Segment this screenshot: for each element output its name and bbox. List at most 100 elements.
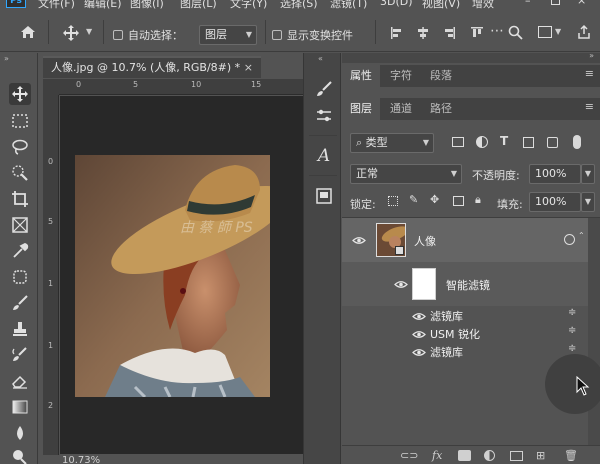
brush-settings-icon[interactable] <box>313 78 335 100</box>
workspace-chevron-icon[interactable]: ▼ <box>555 27 561 36</box>
eraser-tool[interactable] <box>9 370 31 392</box>
visibility-eye-icon[interactable] <box>394 279 408 292</box>
more-options-icon[interactable]: ⋯ <box>490 23 504 39</box>
fill-slider-toggle[interactable]: ▼ <box>581 192 595 212</box>
filter-row[interactable]: 滤镜库 ≑ <box>342 342 588 360</box>
adjustments-icon[interactable] <box>313 105 335 127</box>
frame-tool[interactable] <box>9 214 31 236</box>
delete-layer-icon[interactable]: 🗑︎ <box>564 449 578 462</box>
auto-select-target-dropdown[interactable]: 图层 ▼ <box>199 25 257 45</box>
minimize-icon[interactable]: – <box>525 0 531 7</box>
filter-shape-icon[interactable] <box>523 137 534 148</box>
quick-select-tool[interactable] <box>9 162 31 184</box>
new-layer-icon[interactable]: ⊞ <box>536 449 545 462</box>
align-center-icon[interactable] <box>416 26 430 43</box>
tab-layers[interactable]: 图层 <box>342 98 380 120</box>
fill-field[interactable]: 100% <box>529 192 581 212</box>
close-document-icon[interactable]: × <box>244 58 253 78</box>
filter-row[interactable]: 滤镜库 ≑ <box>342 306 588 324</box>
new-group-icon[interactable] <box>510 451 523 461</box>
menu-view[interactable]: 视图(V) <box>422 0 460 10</box>
filter-adjustment-icon[interactable] <box>476 136 488 148</box>
align-left-icon[interactable] <box>390 26 404 43</box>
menu-image[interactable]: 图像(I) <box>130 0 164 10</box>
close-icon[interactable]: × <box>577 0 586 7</box>
blend-mode-dropdown[interactable]: 正常 ▼ <box>350 164 462 184</box>
search-icon[interactable] <box>508 25 523 43</box>
brush-tool[interactable] <box>9 292 31 314</box>
tab-paragraph[interactable]: 段落 <box>422 65 460 87</box>
menu-plugins[interactable]: 增效 <box>472 0 494 10</box>
align-right-icon[interactable] <box>442 26 456 43</box>
tab-channels[interactable]: 通道 <box>382 98 420 120</box>
dodge-tool[interactable] <box>9 446 31 464</box>
character-icon[interactable]: A <box>313 145 335 167</box>
tab-paths[interactable]: 路径 <box>422 98 460 120</box>
move-tool-icon[interactable] <box>62 24 80 45</box>
auto-select-checkbox[interactable] <box>113 30 123 40</box>
filter-mask-thumbnail[interactable] <box>412 268 436 300</box>
canvas-area[interactable]: 由 蔡 師 PS <box>60 96 303 454</box>
add-mask-icon[interactable] <box>458 450 471 461</box>
chevron-down-icon[interactable]: ▼ <box>86 27 92 36</box>
lock-artboard-icon[interactable] <box>453 196 464 206</box>
opacity-field[interactable]: 100% <box>529 164 581 184</box>
filter-type-icon[interactable]: T <box>500 134 508 148</box>
menu-layer[interactable]: 图层(L) <box>180 0 217 10</box>
visibility-eye-icon[interactable] <box>412 347 426 360</box>
filter-options-icon[interactable]: ≑ <box>568 343 576 354</box>
opacity-slider-toggle[interactable]: ▼ <box>581 164 595 184</box>
move-tool[interactable] <box>9 83 31 105</box>
filter-toggle-switch[interactable] <box>573 135 581 149</box>
filter-pixel-icon[interactable] <box>452 137 464 147</box>
collapse-panels-icon[interactable]: » <box>589 51 594 60</box>
show-transform-checkbox[interactable] <box>272 30 282 40</box>
lock-all-icon[interactable]: 🔒︎ <box>475 193 481 207</box>
layer-name[interactable]: 人像 <box>414 233 436 249</box>
menu-3d[interactable]: 3D(D) <box>380 0 413 8</box>
menu-edit[interactable]: 编辑(E) <box>84 0 122 10</box>
menu-filter[interactable]: 滤镜(T) <box>330 0 367 10</box>
smart-filters-row[interactable]: 智能滤镜 <box>342 262 588 306</box>
filter-smart-object-icon[interactable] <box>547 137 558 148</box>
filter-options-icon[interactable]: ≑ <box>568 307 576 318</box>
filter-options-icon[interactable]: ≑ <box>568 325 576 336</box>
layers-scrollbar[interactable] <box>588 218 600 462</box>
visibility-eye-icon[interactable] <box>412 329 426 342</box>
ruler-left[interactable]: 0 5 1 1 2 <box>43 95 59 455</box>
align-top-icon[interactable] <box>470 26 484 43</box>
fx-icon[interactable]: fx <box>432 449 442 462</box>
lock-pixels-icon[interactable]: ✎ <box>409 193 418 206</box>
layers-menu-icon[interactable]: ≡ <box>585 100 594 113</box>
ruler-top[interactable]: 0 5 10 15 <box>59 79 303 95</box>
lasso-tool[interactable] <box>9 136 31 158</box>
workspace-icon[interactable] <box>538 26 552 38</box>
share-icon[interactable] <box>576 24 592 43</box>
gradient-tool[interactable] <box>9 396 31 418</box>
stamp-tool[interactable] <box>9 318 31 340</box>
collapse-strip-icon[interactable]: « <box>318 54 323 63</box>
link-layers-icon[interactable]: ⊂⊃ <box>400 449 418 462</box>
tab-character[interactable]: 字符 <box>382 65 420 87</box>
panel-menu-icon[interactable]: ≡ <box>585 67 594 80</box>
home-icon[interactable] <box>20 25 36 42</box>
new-adjustment-icon[interactable] <box>484 450 495 461</box>
healing-tool[interactable] <box>9 266 31 288</box>
eyedropper-tool[interactable] <box>9 240 31 262</box>
maximize-icon[interactable] <box>551 0 560 5</box>
menu-type[interactable]: 文字(Y) <box>230 0 267 10</box>
history-brush-tool[interactable] <box>9 344 31 366</box>
visibility-eye-icon[interactable] <box>352 235 366 248</box>
zoom-level[interactable]: 10.73% <box>62 455 100 464</box>
collapse-icon[interactable]: » <box>4 54 9 63</box>
crop-tool[interactable] <box>9 188 31 210</box>
libraries-icon[interactable] <box>313 185 335 207</box>
tab-properties[interactable]: 属性 <box>342 65 380 87</box>
menu-file[interactable]: 文件(F) <box>38 0 75 10</box>
lock-position-icon[interactable]: ✥ <box>430 193 439 206</box>
blur-tool[interactable] <box>9 422 31 444</box>
filter-row[interactable]: USM 锐化 ≑ <box>342 324 588 342</box>
smart-filter-toggle-icon[interactable] <box>564 234 575 245</box>
kind-filter-dropdown[interactable]: ⌕ 类型 ▼ <box>350 133 434 153</box>
menu-select[interactable]: 选择(S) <box>280 0 318 10</box>
